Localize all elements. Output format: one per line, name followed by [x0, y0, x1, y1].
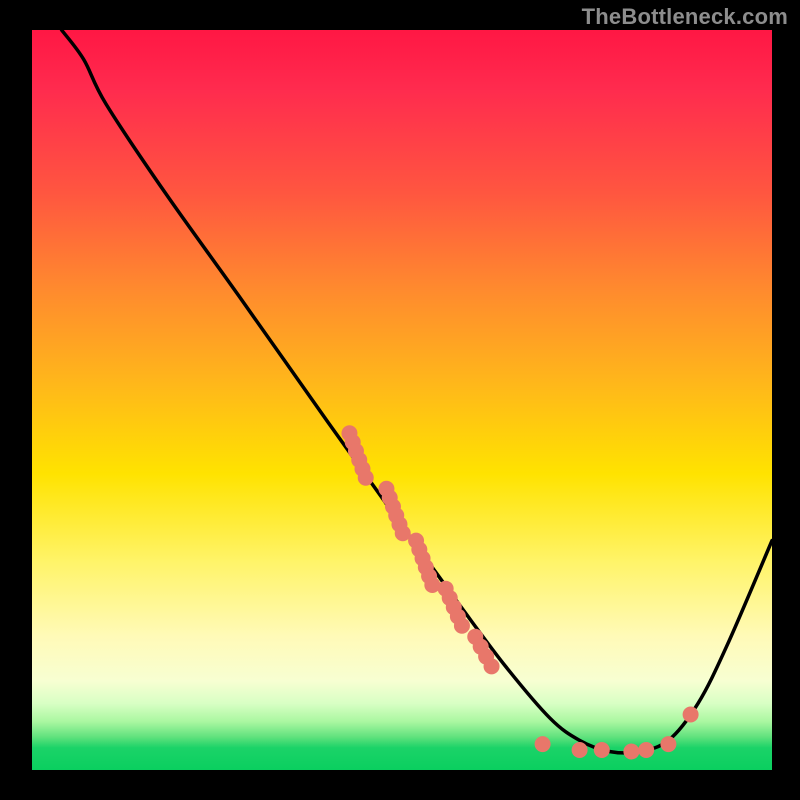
- chart-plot-area: [32, 30, 772, 770]
- data-point: [358, 470, 374, 486]
- data-point: [484, 658, 500, 674]
- data-point: [623, 744, 639, 760]
- attribution-text: TheBottleneck.com: [582, 4, 788, 30]
- data-point: [683, 707, 699, 723]
- data-points: [341, 425, 698, 759]
- chart-svg: [32, 30, 772, 770]
- data-point: [594, 742, 610, 758]
- data-point: [572, 742, 588, 758]
- data-point: [660, 736, 676, 752]
- data-point: [638, 742, 654, 758]
- bottleneck-curve: [62, 30, 772, 753]
- data-point: [454, 618, 470, 634]
- data-point: [535, 736, 551, 752]
- chart-container: TheBottleneck.com: [0, 0, 800, 800]
